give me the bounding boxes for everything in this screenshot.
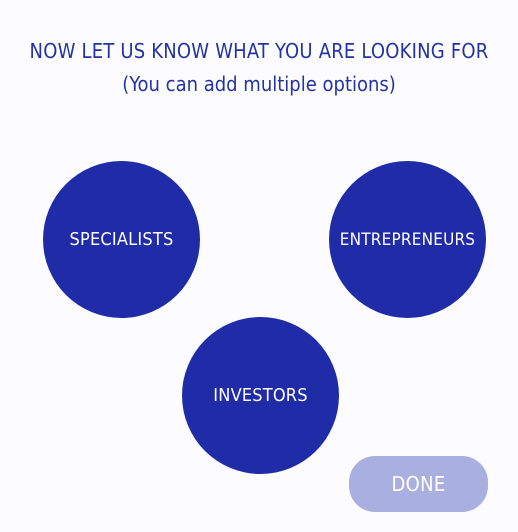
option-entrepreneurs[interactable]: ENTREPRENEURS [329,161,486,318]
looking-for-screen: NOW LET US KNOW WHAT YOU ARE LOOKING FOR… [0,0,518,532]
option-specialists[interactable]: SPECIALISTS [43,161,200,318]
option-entrepreneurs-label: ENTREPRENEURS [339,229,476,250]
option-investors[interactable]: INVESTORS [182,317,339,474]
done-button-label: DONE [391,472,446,496]
done-button[interactable]: DONE [349,456,488,512]
page-subtitle: (You can add multiple options) [122,72,396,96]
option-investors-label: INVESTORS [213,385,308,406]
option-specialists-label: SPECIALISTS [69,229,174,250]
page-title: NOW LET US KNOW WHAT YOU ARE LOOKING FOR [29,39,489,63]
